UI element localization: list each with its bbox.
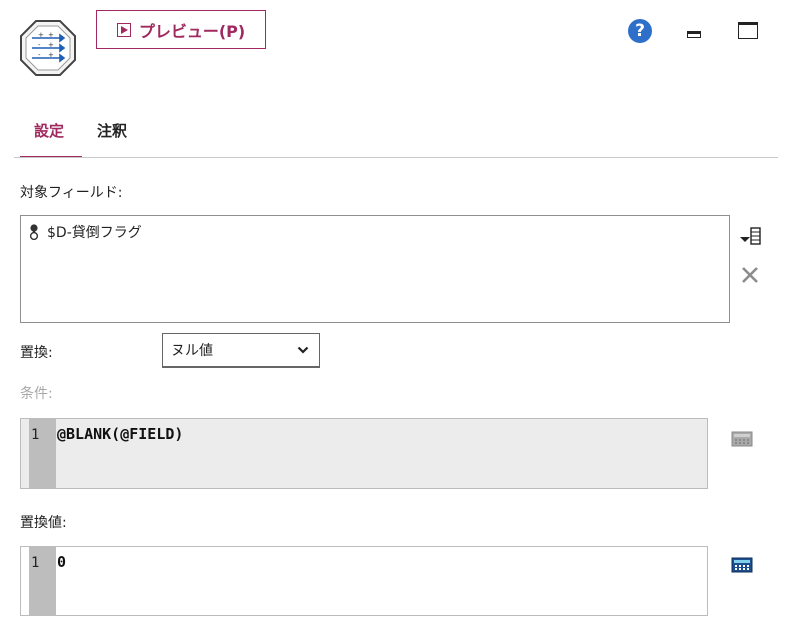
remove-icon[interactable] [740, 265, 760, 285]
preview-button-label: プレビュー(P) [138, 21, 246, 41]
play-icon [116, 22, 131, 37]
help-glyph: ? [635, 21, 645, 41]
preview-button[interactable]: プレビュー(P) [96, 10, 266, 49]
field-list[interactable]: $D-貸倒フラグ [20, 215, 730, 323]
svg-text:+: + [38, 31, 44, 39]
replace-value-code: 0 [57, 553, 67, 571]
condition-label: 条件: [20, 386, 53, 402]
expression-builder-icon-disabled [731, 431, 753, 447]
svg-text:+: + [48, 41, 54, 49]
fields-label: 対象フィールド: [20, 185, 123, 201]
svg-text:+: + [48, 51, 54, 59]
field-name: $D-貸倒フラグ [47, 225, 142, 241]
replace-label: 置換: [20, 345, 53, 361]
line-number: 1 [31, 555, 40, 571]
tab-divider [14, 157, 778, 158]
help-icon[interactable]: ? [628, 19, 652, 43]
expression-builder-icon[interactable] [731, 557, 753, 573]
filler-node-icon: + + - + - + [20, 20, 76, 76]
minimize-icon[interactable] [687, 31, 701, 38]
replace-value-label: 置換値: [20, 515, 67, 531]
condition-code: @BLANK(@FIELD) [57, 425, 184, 443]
list-item[interactable]: $D-貸倒フラグ [29, 222, 142, 242]
chevron-down-icon [297, 346, 309, 354]
replace-select-value: ヌル値 [171, 343, 213, 359]
maximize-icon[interactable] [738, 22, 758, 39]
svg-text:+: + [48, 31, 54, 39]
flag-field-icon [29, 224, 39, 240]
tab-annotations[interactable]: 注釈 [97, 120, 127, 141]
condition-editor: 1 @BLANK(@FIELD) [20, 418, 708, 489]
replace-value-editor[interactable]: 1 0 [20, 546, 708, 616]
tab-settings[interactable]: 設定 [34, 120, 64, 141]
replace-select[interactable]: ヌル値 [162, 333, 320, 368]
line-number: 1 [31, 427, 40, 443]
field-chooser-icon[interactable] [738, 226, 764, 246]
